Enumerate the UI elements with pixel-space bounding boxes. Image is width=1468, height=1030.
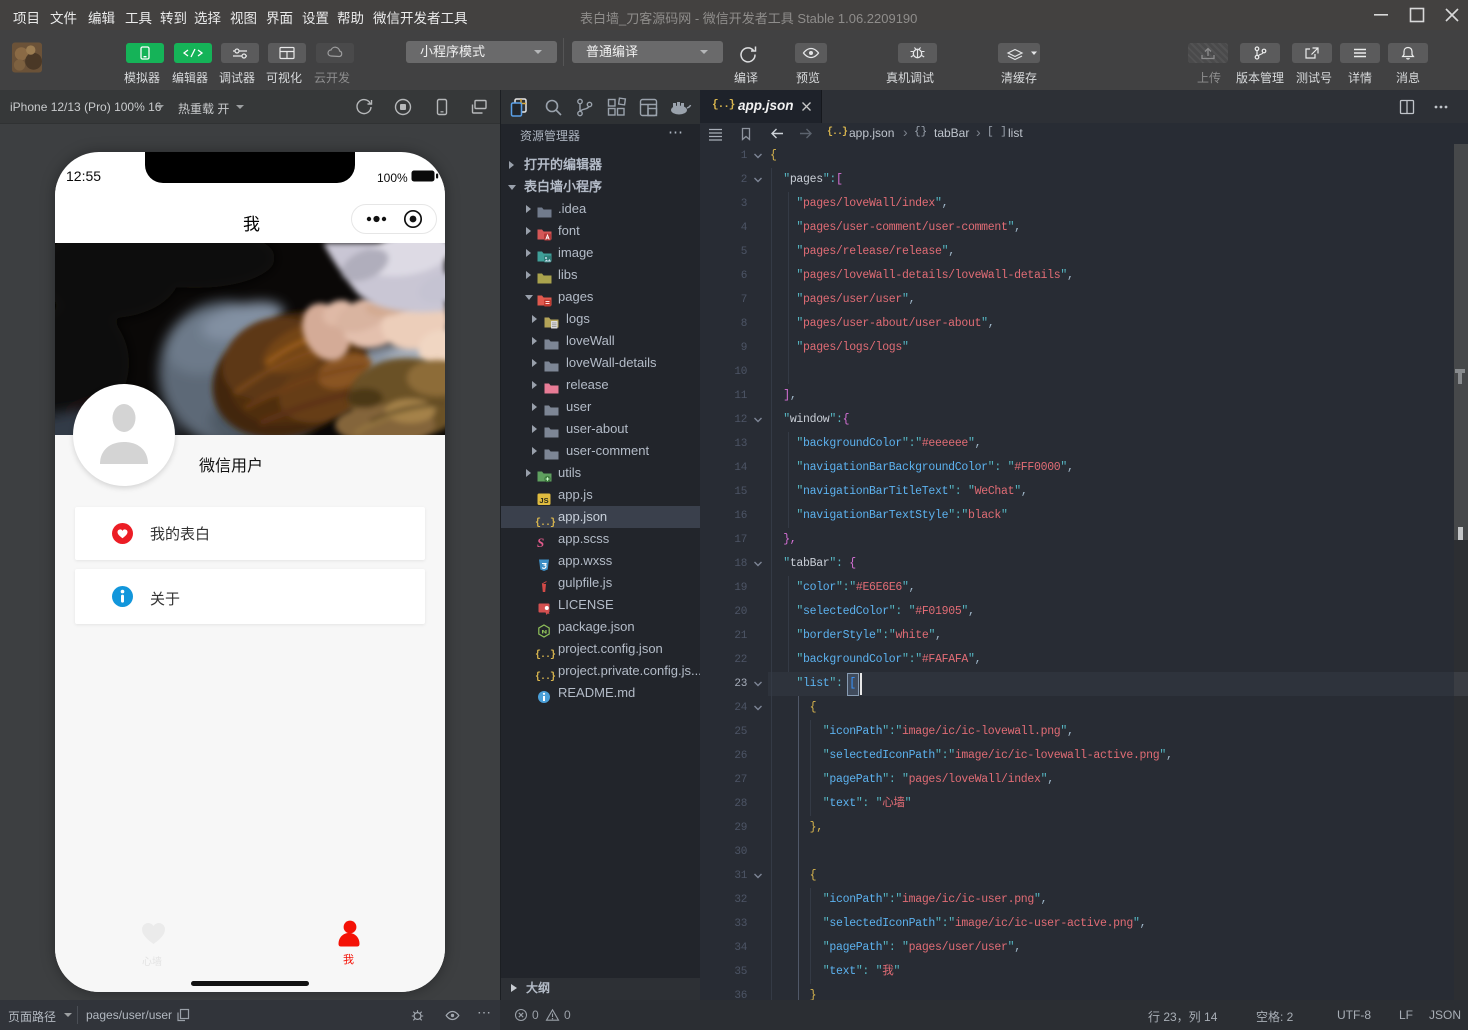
svg-text:JS: JS: [539, 495, 548, 504]
